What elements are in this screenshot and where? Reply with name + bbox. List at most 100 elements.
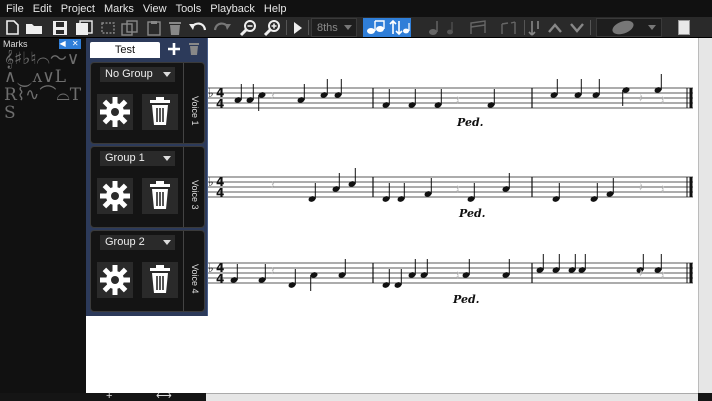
voice-label: Voice 4 bbox=[190, 264, 200, 294]
undo-icon[interactable] bbox=[188, 19, 208, 36]
group-select-value: Group 1 bbox=[105, 152, 145, 164]
chevron-down-icon bbox=[163, 156, 171, 161]
chevron-down-icon bbox=[163, 72, 171, 77]
ghost-rest[interactable]: 𝄽 bbox=[639, 91, 643, 105]
menu-file[interactable]: File bbox=[6, 3, 24, 15]
voice-label: Voice 1 bbox=[190, 96, 200, 126]
menu-help[interactable]: Help bbox=[264, 3, 287, 15]
ghost-rest[interactable]: 𝄽 bbox=[271, 264, 275, 278]
add-button[interactable]: + bbox=[106, 390, 112, 401]
group-select[interactable]: Group 1 bbox=[100, 151, 175, 166]
zoom-in-icon[interactable] bbox=[262, 19, 282, 36]
gear-icon bbox=[100, 97, 130, 127]
marks-glyph-grid[interactable]: 𝄞♯♭♮⌒〜∨∧‿ʌ∨L R⌇∿⌒⌓T S bbox=[4, 50, 84, 160]
split-beam-icon[interactable] bbox=[498, 19, 520, 36]
beam-group-icon[interactable] bbox=[466, 19, 492, 36]
notehead-oval-icon bbox=[612, 20, 634, 35]
menu-playback[interactable]: Playback bbox=[210, 3, 255, 15]
voice-panel: Test No Group Voice 1 Group 1 Voice 3 Gr… bbox=[86, 38, 208, 316]
voice-card: No Group Voice 1 bbox=[90, 62, 205, 144]
toolbar-divider bbox=[524, 20, 525, 35]
flat-sign[interactable]: ♭ bbox=[208, 261, 214, 275]
trash-icon bbox=[150, 265, 170, 293]
toolbar-divider bbox=[308, 20, 309, 35]
ghost-rest[interactable]: 𝄽 bbox=[271, 89, 275, 103]
ghost-rest[interactable]: 𝄽 bbox=[456, 268, 460, 282]
flat-sign[interactable]: ♭ bbox=[208, 175, 214, 189]
menu-view[interactable]: View bbox=[143, 3, 167, 15]
chevron-down-icon[interactable] bbox=[568, 19, 586, 36]
cut-icon[interactable] bbox=[98, 19, 118, 36]
save-icon[interactable] bbox=[50, 19, 70, 36]
app-window: File Edit Project Marks View Tools Playb… bbox=[0, 0, 712, 401]
ghost-rest[interactable]: 𝄽 bbox=[661, 182, 665, 196]
marks-palette: Marks ◀ ✕ 𝄞♯♭♮⌒〜∨∧‿ʌ∨L R⌇∿⌒⌓T S bbox=[0, 38, 86, 401]
voice-settings-button[interactable] bbox=[97, 178, 133, 214]
pedal-mark[interactable]: Ped. bbox=[459, 207, 486, 220]
pedal-mark[interactable]: Ped. bbox=[457, 116, 484, 129]
ghost-rest[interactable]: 𝄽 bbox=[456, 182, 460, 196]
toolbar: 8ths bbox=[0, 17, 712, 38]
notehead-shape-select[interactable] bbox=[596, 18, 662, 37]
toolbar-divider bbox=[590, 20, 591, 35]
new-file-icon[interactable] bbox=[4, 19, 20, 36]
toolbar-scroll[interactable] bbox=[678, 20, 690, 35]
duration-select-value: 8ths bbox=[317, 21, 338, 34]
save-as-icon[interactable] bbox=[74, 19, 94, 36]
voices-icon bbox=[367, 19, 410, 36]
menu-marks[interactable]: Marks bbox=[104, 3, 134, 15]
group-select[interactable]: Group 2 bbox=[100, 235, 175, 250]
resize-handle[interactable]: ⟷ bbox=[156, 390, 172, 401]
play-icon[interactable] bbox=[290, 19, 306, 36]
voice-delete-button[interactable] bbox=[142, 94, 178, 130]
ghost-rest[interactable]: 𝄽 bbox=[639, 266, 643, 280]
voice-settings-button[interactable] bbox=[97, 262, 133, 298]
ghost-note-icon[interactable] bbox=[444, 19, 458, 36]
paste-icon[interactable] bbox=[144, 19, 164, 36]
group-select-value: Group 2 bbox=[105, 236, 145, 248]
open-folder-icon[interactable] bbox=[24, 19, 44, 36]
marks-collapse-button[interactable]: ◀ ✕ bbox=[59, 39, 81, 49]
time-signature-bottom[interactable]: 4 bbox=[216, 272, 224, 286]
quarter-note-icon[interactable] bbox=[426, 19, 442, 36]
delete-icon[interactable] bbox=[166, 19, 184, 36]
voice-toggle-group[interactable] bbox=[363, 18, 411, 37]
zoom-out-icon[interactable] bbox=[238, 19, 258, 36]
chevron-up-icon[interactable] bbox=[546, 19, 564, 36]
horizontal-scrollbar[interactable] bbox=[206, 393, 698, 401]
ghost-rest[interactable]: 𝄽 bbox=[456, 93, 460, 107]
flat-sign[interactable]: ♭ bbox=[208, 86, 214, 100]
trash-icon bbox=[189, 43, 199, 55]
voice-card: Group 2 Voice 4 bbox=[90, 230, 205, 312]
chevron-down-icon bbox=[648, 25, 656, 30]
menu-edit[interactable]: Edit bbox=[33, 3, 52, 15]
ghost-rest[interactable]: 𝄽 bbox=[661, 268, 665, 282]
voice-delete-button[interactable] bbox=[142, 262, 178, 298]
group-select[interactable]: No Group bbox=[100, 67, 175, 82]
voice-settings-button[interactable] bbox=[97, 94, 133, 130]
insert-icon[interactable] bbox=[527, 19, 543, 36]
menu-tools[interactable]: Tools bbox=[176, 3, 202, 15]
duration-select[interactable]: 8ths bbox=[311, 18, 357, 37]
gear-icon bbox=[100, 265, 130, 295]
voice-delete-button[interactable] bbox=[142, 178, 178, 214]
voice-label: Voice 3 bbox=[190, 180, 200, 210]
redo-icon[interactable] bbox=[212, 19, 232, 36]
ghost-rest[interactable]: 𝄽 bbox=[661, 93, 665, 107]
pedal-mark[interactable]: Ped. bbox=[453, 293, 480, 306]
ghost-rest[interactable]: 𝄽 bbox=[271, 178, 275, 192]
marks-title: Marks bbox=[3, 39, 28, 49]
chevron-down-icon bbox=[163, 240, 171, 245]
copy-icon[interactable] bbox=[120, 19, 140, 36]
delete-tab-button[interactable] bbox=[188, 42, 200, 56]
chevron-down-icon bbox=[344, 25, 352, 30]
tab-test[interactable]: Test bbox=[90, 42, 160, 58]
voice-card: Group 1 Voice 3 bbox=[90, 146, 205, 228]
menu-project[interactable]: Project bbox=[61, 3, 95, 15]
vertical-scrollbar[interactable] bbox=[698, 38, 712, 393]
time-signature-bottom[interactable]: 4 bbox=[216, 97, 224, 111]
add-voice-button[interactable] bbox=[166, 41, 182, 57]
ghost-rest[interactable]: 𝄽 bbox=[639, 180, 643, 194]
trash-icon bbox=[150, 181, 170, 209]
time-signature-bottom[interactable]: 4 bbox=[216, 186, 224, 200]
